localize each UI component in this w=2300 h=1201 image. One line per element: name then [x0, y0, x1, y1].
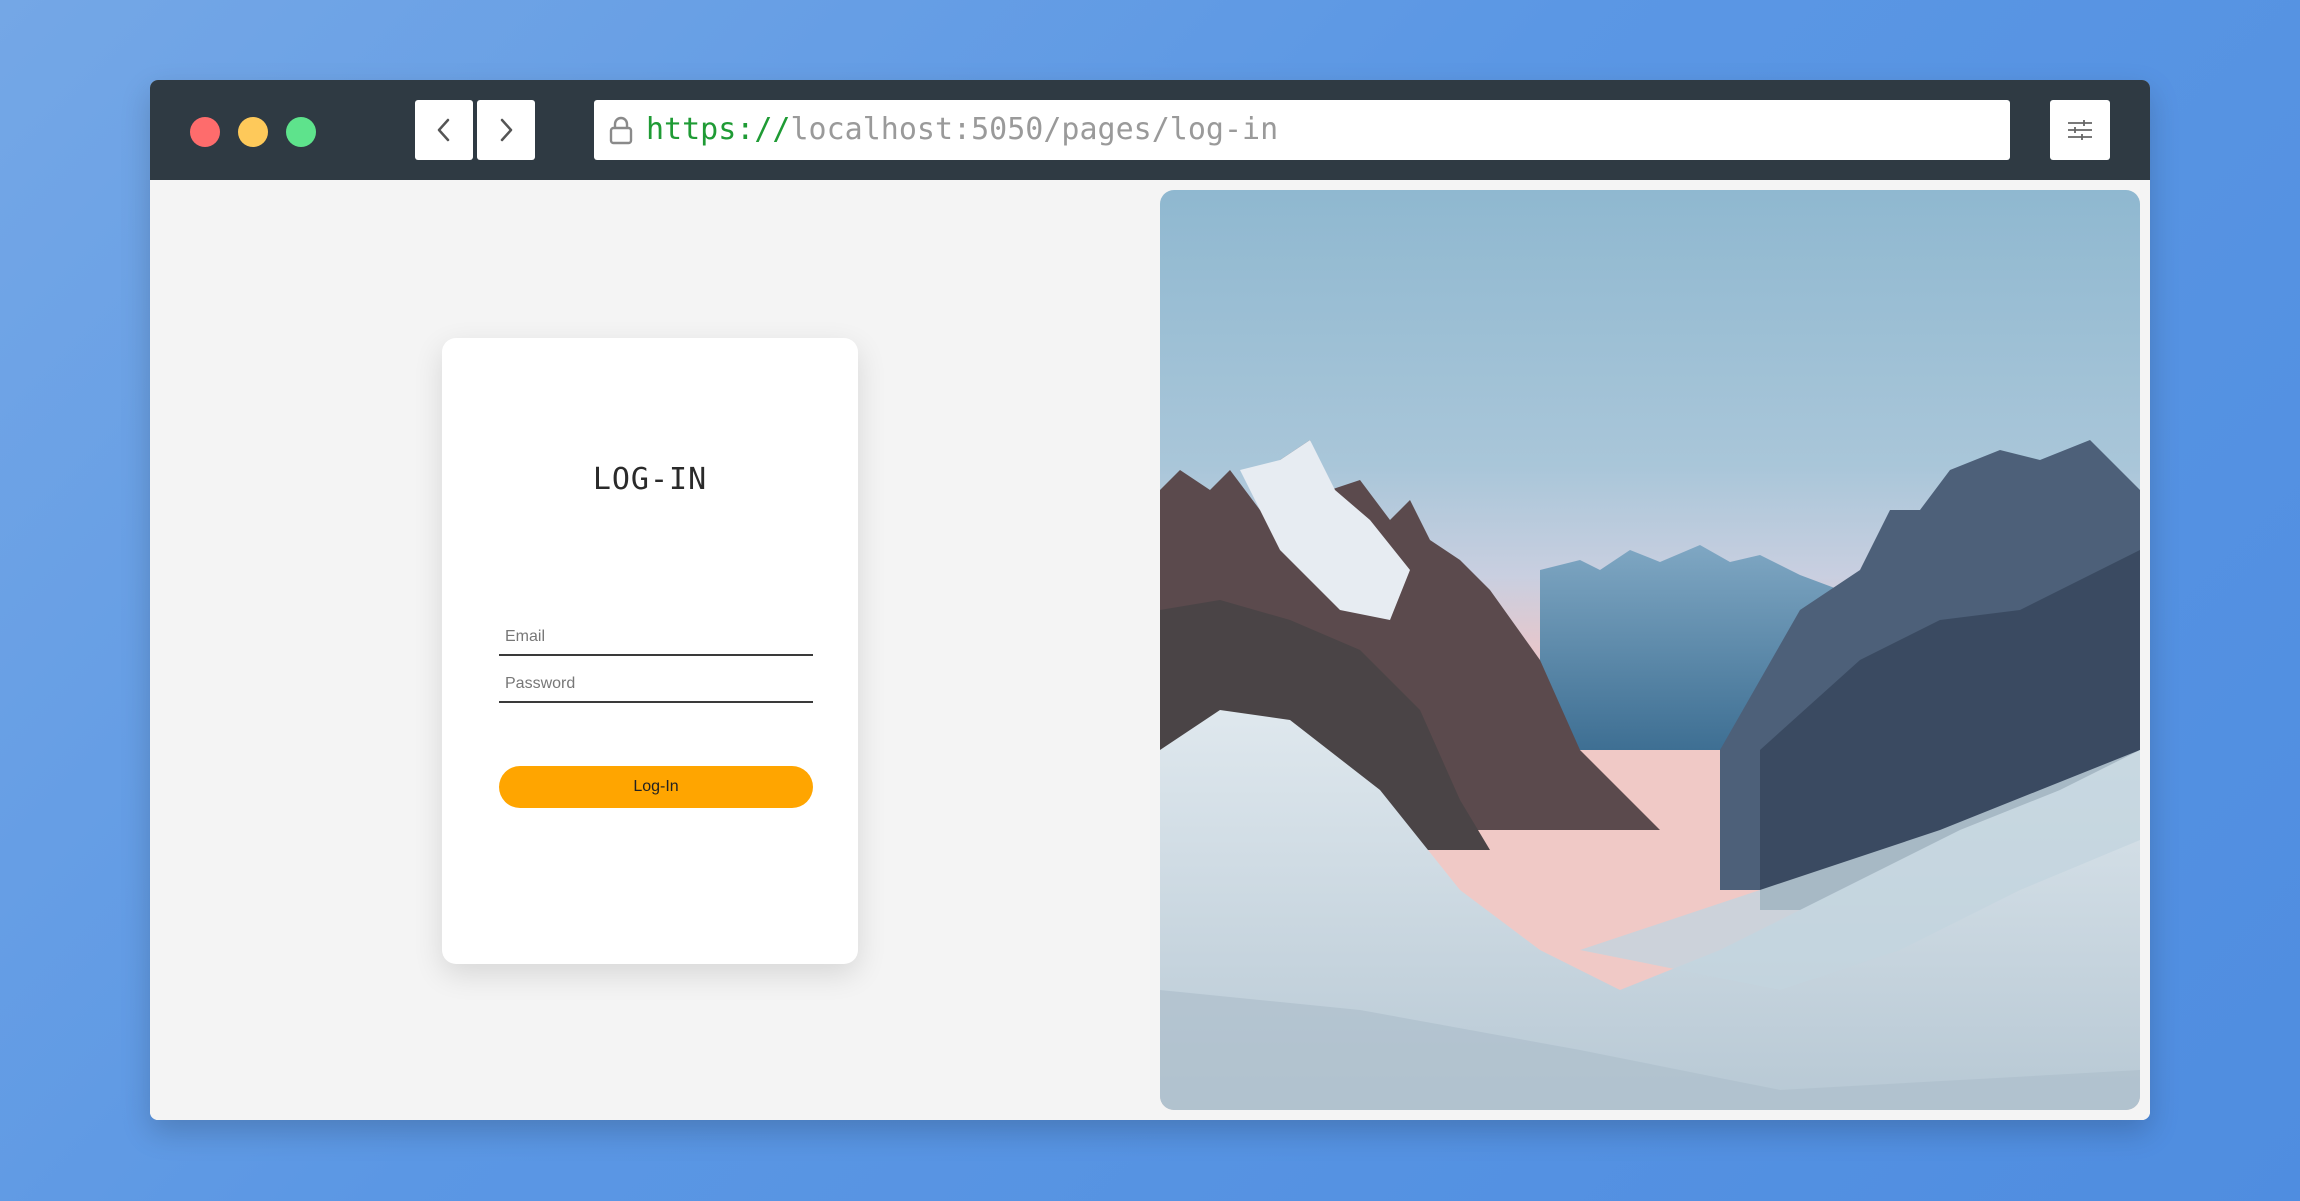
url-text: https://localhost:5050/pages/log-in [646, 112, 1278, 148]
password-field[interactable] [499, 667, 813, 703]
address-bar[interactable]: https://localhost:5050/pages/log-in [594, 100, 2010, 160]
email-field[interactable] [499, 620, 813, 656]
login-card: LOG-IN Log-In [442, 338, 858, 964]
login-title: LOG-IN [592, 462, 708, 497]
login-button[interactable]: Log-In [499, 766, 813, 808]
forward-button[interactable] [477, 100, 535, 160]
maximize-window-dot[interactable] [286, 117, 316, 147]
url-scheme: https:// [646, 112, 791, 147]
back-button[interactable] [415, 100, 473, 160]
browser-titlebar: https://localhost:5050/pages/log-in [150, 80, 2150, 180]
hero-image [1160, 190, 2140, 1110]
mountain-landscape-image [1160, 190, 2140, 1110]
minimize-window-dot[interactable] [238, 117, 268, 147]
close-window-dot[interactable] [190, 117, 220, 147]
url-path: localhost:5050/pages/log-in [790, 112, 1279, 147]
chevron-right-icon [500, 118, 513, 142]
page-content: LOG-IN Log-In [150, 180, 2150, 1120]
sliders-icon [2068, 120, 2092, 140]
browser-window: https://localhost:5050/pages/log-in LOG-… [150, 80, 2150, 1120]
chevron-left-icon [437, 118, 450, 142]
lock-icon [609, 116, 633, 145]
settings-button[interactable] [2050, 100, 2110, 160]
